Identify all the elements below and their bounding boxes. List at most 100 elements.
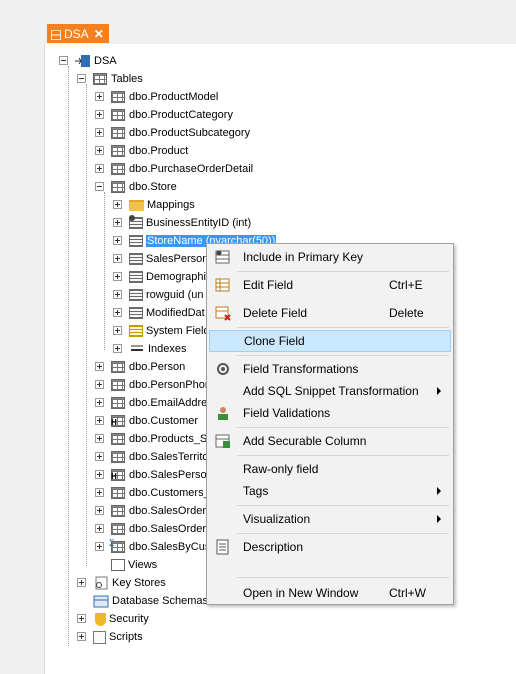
menu-label: Delete Field <box>243 306 308 320</box>
expand-icon[interactable] <box>95 506 104 515</box>
table-label: dbo.Customer <box>129 415 199 427</box>
expand-icon[interactable] <box>113 272 122 281</box>
key-field-icon <box>129 215 143 229</box>
table-label: dbo.PersonPhon <box>129 379 211 391</box>
expand-icon[interactable] <box>95 110 104 119</box>
field-label: SalesPerson <box>146 253 209 265</box>
table-label: dbo.SalesOrder <box>129 505 207 517</box>
indexes-label: Indexes <box>148 343 187 355</box>
submenu-arrow-icon <box>437 487 441 495</box>
table-icon <box>111 181 125 193</box>
system-fields-label: System Field <box>146 325 210 337</box>
menu-item-tags[interactable]: Tags <box>209 480 451 502</box>
table-icon <box>111 145 125 157</box>
primary-key-icon <box>215 249 231 265</box>
expand-icon[interactable] <box>95 146 104 155</box>
expand-icon[interactable] <box>77 578 86 587</box>
table-label: dbo.SalesTerrito <box>129 451 209 463</box>
collapse-icon[interactable] <box>95 182 104 191</box>
menu-item-visualization[interactable]: Visualization <box>209 508 451 530</box>
menu-label: Add SQL Snippet Transformation <box>243 384 419 398</box>
menu-item-description[interactable]: Description <box>209 536 451 558</box>
aggregate-table-icon <box>109 538 125 553</box>
key-stores-label: Key Stores <box>112 577 166 589</box>
tree-root-label: DSA <box>94 55 117 67</box>
table-icon <box>111 109 125 121</box>
menu-item-field-transformations[interactable]: Field Transformations <box>209 358 451 380</box>
menu-label: Add Securable Column <box>243 434 367 448</box>
menu-label: Open in New Window <box>243 586 359 600</box>
expand-icon[interactable] <box>95 398 104 407</box>
scripts-label: Scripts <box>109 631 143 643</box>
views-icon <box>111 559 125 571</box>
menu-item-add-sql-snippet[interactable]: Add SQL Snippet Transformation <box>209 380 451 402</box>
field-icon <box>129 271 143 283</box>
menu-item-edit-field[interactable]: Edit Field Ctrl+E <box>209 274 451 296</box>
collapse-icon[interactable] <box>59 56 68 65</box>
expand-icon[interactable] <box>113 326 122 335</box>
expand-icon[interactable] <box>113 308 122 317</box>
menu-item-open-new-window[interactable]: Open in New Window Ctrl+W <box>209 582 451 604</box>
submenu-arrow-icon <box>437 387 441 395</box>
expand-icon[interactable] <box>95 92 104 101</box>
folder-icon <box>129 199 144 211</box>
menu-label: Tags <box>243 484 269 498</box>
context-menu: Include in Primary Key Edit Field Ctrl+E… <box>206 243 454 605</box>
tables-label: Tables <box>111 73 143 85</box>
table-icon <box>111 91 125 103</box>
expand-icon[interactable] <box>113 218 122 227</box>
expand-icon[interactable] <box>95 470 104 479</box>
expand-icon[interactable] <box>95 488 104 497</box>
menu-item-delete-field[interactable]: Delete Field Delete <box>209 302 451 324</box>
expand-icon[interactable] <box>95 452 104 461</box>
table-label: dbo.SalesOrder <box>129 523 207 535</box>
menu-separator <box>237 455 449 456</box>
expand-icon[interactable] <box>77 614 86 623</box>
menu-item-field-validations[interactable]: Field Validations <box>209 402 451 424</box>
menu-item-clone-field[interactable]: Clone Field <box>209 330 451 352</box>
db-schemas-label: Database Schemas <box>112 595 208 607</box>
shield-icon <box>95 612 106 626</box>
securable-column-icon <box>215 433 231 449</box>
menu-label: Clone Field <box>244 334 305 348</box>
expand-icon[interactable] <box>113 200 122 209</box>
collapse-icon[interactable] <box>77 74 86 83</box>
close-tab-icon[interactable]: ✕ <box>94 27 104 41</box>
expand-icon[interactable] <box>113 254 122 263</box>
expand-icon[interactable] <box>95 434 104 443</box>
table-icon <box>111 523 125 535</box>
menu-separator <box>237 505 449 506</box>
expand-icon[interactable] <box>77 632 86 641</box>
expand-icon[interactable] <box>95 380 104 389</box>
field-icon <box>129 235 143 247</box>
index-icon <box>129 343 145 355</box>
table-label: dbo.EmailAddre <box>129 397 208 409</box>
table-icon <box>111 487 125 499</box>
menu-item-raw-only-field[interactable]: Raw-only field <box>209 458 451 480</box>
menu-item-include-primary-key[interactable]: Include in Primary Key <box>209 246 451 268</box>
field-icon <box>129 307 143 319</box>
expand-icon[interactable] <box>95 542 104 551</box>
table-label: dbo.SalesByCus <box>129 541 211 553</box>
menu-shortcut: Ctrl+E <box>389 278 423 292</box>
expand-icon[interactable] <box>113 290 122 299</box>
expand-icon[interactable] <box>95 164 104 173</box>
expand-icon[interactable] <box>95 362 104 371</box>
expand-icon[interactable] <box>95 524 104 533</box>
history-table-icon <box>111 469 125 481</box>
menu-label: Description <box>243 540 304 554</box>
table-label: dbo.SalesPerso <box>129 469 207 481</box>
table-label: dbo.ProductSubcategory <box>129 127 251 139</box>
expand-icon[interactable] <box>113 344 122 353</box>
scripts-icon <box>93 630 106 644</box>
dsa-tab-icon <box>50 28 62 41</box>
tab-dsa[interactable]: DSA ✕ <box>47 24 109 43</box>
menu-item-add-securable-column[interactable]: Add Securable Column <box>209 430 451 452</box>
expand-icon[interactable] <box>113 236 122 245</box>
mappings-label: Mappings <box>147 199 195 211</box>
field-label: rowguid (un <box>146 289 204 301</box>
expand-icon[interactable] <box>95 416 104 425</box>
table-icon <box>111 451 125 463</box>
expand-icon[interactable] <box>95 128 104 137</box>
table-label: dbo.Product <box>129 145 189 157</box>
